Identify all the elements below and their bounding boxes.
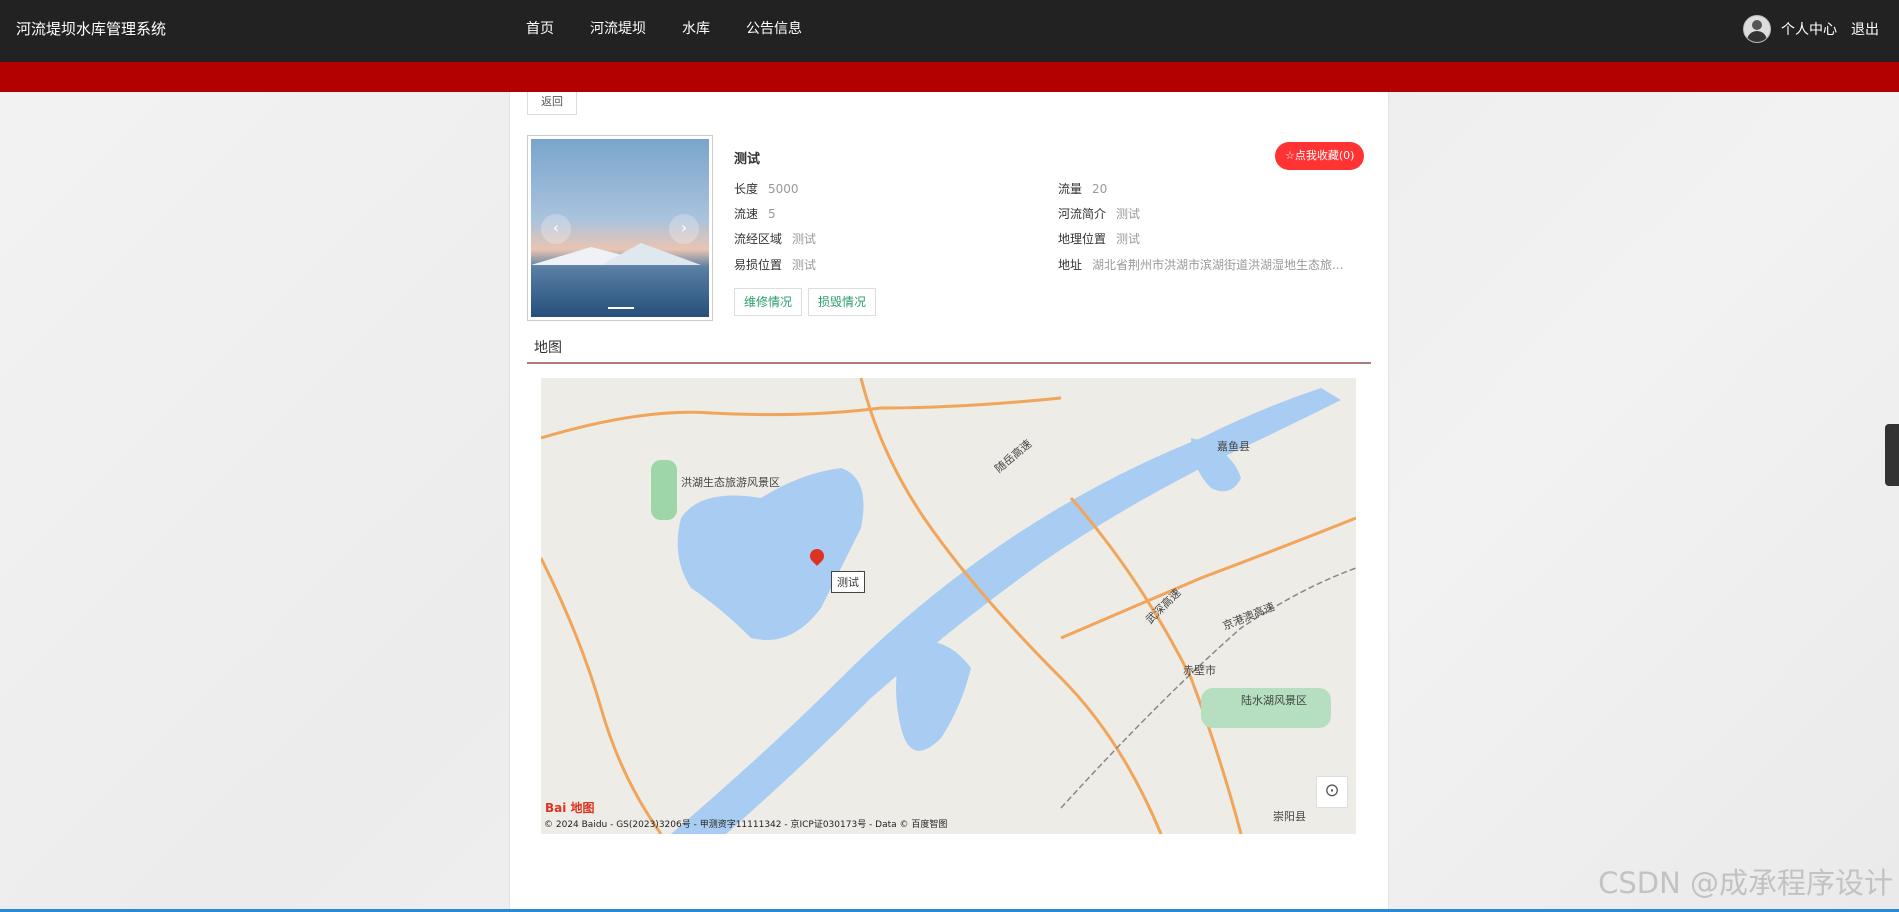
map-place-label: 赤壁市 — [1183, 664, 1216, 677]
map-marker-label: 测试 — [831, 571, 865, 593]
user-area: 个人中心 退出 — [1743, 0, 1879, 58]
detail-title: 测试 — [734, 152, 761, 167]
top-navbar: 河流堤坝水库管理系统 首页 河流堤坝 水库 公告信息 个人中心 退出 — [0, 0, 1899, 62]
damage-status-button[interactable]: 损毁情况 — [808, 288, 877, 316]
field-value: 测试 — [792, 232, 817, 246]
field-label: 河流简介 — [1058, 207, 1107, 221]
carousel-next-icon[interactable]: › — [669, 214, 699, 244]
field-vulnerable: 易损位置 测试 — [734, 256, 816, 273]
nav-river-dam[interactable]: 河流堤坝 — [590, 0, 646, 58]
map-place-label: 洪湖生态旅游风景区 — [681, 476, 780, 489]
field-area: 流经区域 测试 — [734, 230, 816, 247]
map-place-label: 嘉鱼县 — [1217, 440, 1250, 453]
field-label: 易损位置 — [734, 258, 783, 272]
nav-reservoir[interactable]: 水库 — [682, 0, 710, 58]
nav-announcement[interactable]: 公告信息 — [746, 0, 802, 58]
field-value: 20 — [1092, 182, 1108, 196]
field-value: 5000 — [768, 182, 799, 196]
scenic-area — [651, 460, 677, 520]
field-value: 测试 — [792, 258, 817, 272]
field-label: 地理位置 — [1058, 232, 1107, 246]
field-speed: 流速 5 — [734, 205, 776, 222]
content-panel: 返回 ‹ › 测试 ☆点我收藏(0) 长度 5000 流量 20 流速 5 河流简介测… — [509, 92, 1389, 912]
app-title: 河流堤坝水库管理系统 — [16, 20, 167, 38]
field-label: 流量 — [1058, 182, 1083, 196]
user-center-link[interactable]: 个人中心 — [1781, 19, 1837, 39]
field-label: 长度 — [734, 182, 759, 196]
field-value: 测试 — [1116, 232, 1141, 246]
field-value: 湖北省荆州市洪湖市滨湖街道洪湖湿地生态旅... — [1092, 258, 1344, 272]
map-copyright: © 2024 Baidu - GS(2023)3206号 - 甲测资字11111… — [544, 820, 948, 830]
locate-icon[interactable]: ⊙ — [1316, 776, 1348, 808]
field-geo: 地理位置 测试 — [1058, 230, 1140, 247]
mountain-shape — [601, 243, 701, 265]
map-place-label: 陆水湖风景区 — [1241, 694, 1307, 707]
field-length: 长度 5000 — [734, 180, 799, 197]
action-buttons: 维修情况 损毁情况 — [734, 288, 877, 316]
image-carousel: ‹ › — [527, 135, 713, 321]
map-view[interactable]: 洪湖生态旅游风景区 嘉鱼县 湖市 赤壁市 陆水湖风景区 崇阳县 随岳高速 武深高… — [541, 378, 1356, 834]
back-button[interactable]: 返回 — [527, 92, 577, 115]
map-section-title: 地图 — [534, 340, 562, 356]
carousel-photo: ‹ › — [531, 139, 709, 317]
nav-home[interactable]: 首页 — [526, 0, 554, 58]
baidu-map-logo: Bai 地图 — [545, 801, 595, 815]
section-divider — [527, 362, 1371, 364]
user-avatar[interactable] — [1743, 15, 1771, 43]
logout-link[interactable]: 退出 — [1851, 19, 1879, 39]
map-place-label: 崇阳县 — [1273, 810, 1306, 823]
carousel-indicator[interactable] — [608, 307, 634, 309]
field-label: 地址 — [1058, 258, 1083, 272]
main-nav: 首页 河流堤坝 水库 公告信息 — [526, 0, 838, 58]
field-value: 5 — [768, 207, 776, 221]
field-label: 流经区域 — [734, 232, 783, 246]
header-banner-strip — [0, 62, 1899, 92]
side-drawer-handle[interactable] — [1885, 424, 1899, 486]
watermark: CSDN @成承程序设计 — [1598, 866, 1893, 900]
field-flow: 流量 20 — [1058, 180, 1107, 197]
carousel-prev-icon[interactable]: ‹ — [541, 214, 571, 244]
field-address: 地址 湖北省荆州市洪湖市滨湖街道洪湖湿地生态旅... — [1058, 256, 1343, 273]
repair-status-button[interactable]: 维修情况 — [734, 288, 803, 316]
field-label: 流速 — [734, 207, 759, 221]
favorite-button[interactable]: ☆点我收藏(0) — [1275, 142, 1365, 170]
field-intro: 河流简介 测试 — [1058, 205, 1140, 222]
field-value: 测试 — [1116, 207, 1141, 221]
